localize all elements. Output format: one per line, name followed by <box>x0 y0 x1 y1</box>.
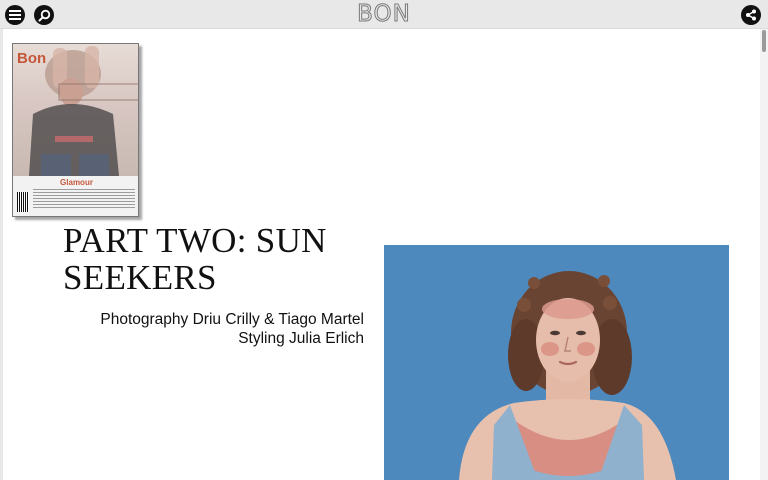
share-icon <box>746 9 756 21</box>
cover-headline: Glamour <box>60 178 93 187</box>
search-button[interactable] <box>34 5 54 25</box>
menu-button[interactable] <box>5 5 25 25</box>
cover-barcode <box>17 192 29 212</box>
scrollbar-thumb[interactable] <box>762 30 766 52</box>
hamburger-menu-icon <box>9 10 21 20</box>
magazine-cover[interactable]: Bon Glamour <box>12 43 139 217</box>
cover-brand: Bon <box>17 50 47 67</box>
share-button[interactable] <box>741 5 761 25</box>
top-bar: BON <box>0 0 768 29</box>
editorial-photo[interactable] <box>384 245 729 480</box>
search-icon <box>38 9 50 21</box>
article-credits: Photography Driu Crilly & Tiago Martel S… <box>63 310 364 348</box>
cover-text-block <box>33 189 135 209</box>
cover-photo: Bon <box>13 44 138 176</box>
site-logo[interactable]: BON <box>353 1 415 27</box>
photography-credit: Photography Driu Crilly & Tiago Martel <box>100 311 364 328</box>
left-edge <box>0 29 3 480</box>
scrollbar-track[interactable] <box>760 29 768 480</box>
styling-credit: Styling Julia Erlich <box>238 330 364 347</box>
article-title: PART TWO: SUN SEEKERS <box>63 221 327 297</box>
model-portrait <box>459 271 676 480</box>
